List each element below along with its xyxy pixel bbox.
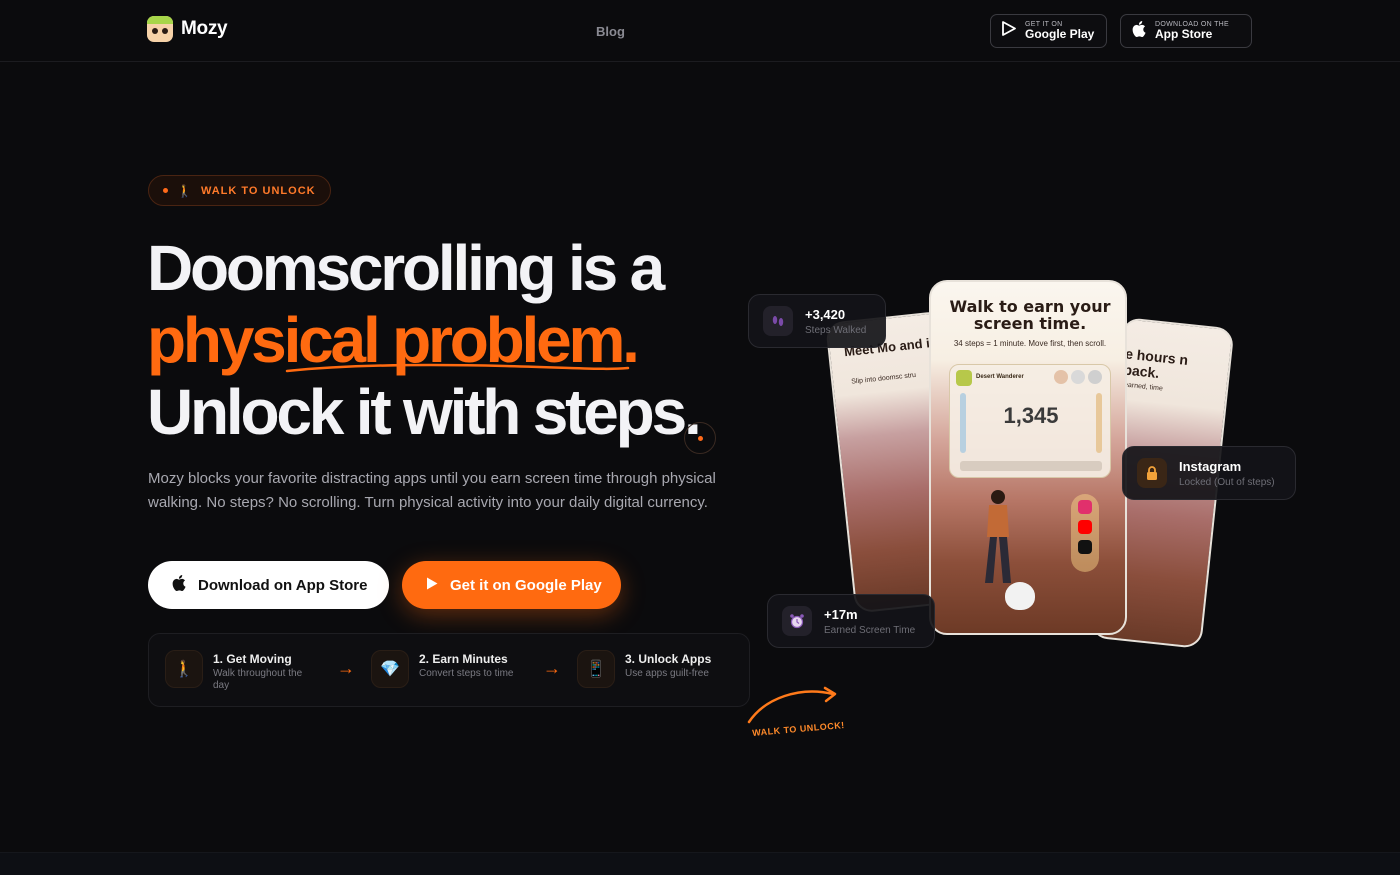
right-phone-title: e hours n back. <box>1122 345 1189 382</box>
get-google-play-button[interactable]: Get it on Google Play <box>402 561 621 609</box>
app-store-cta-label: Download on App Store <box>198 576 368 594</box>
footprints-icon <box>763 306 793 336</box>
step-title: 1. Get Moving <box>213 652 292 666</box>
arrow-right-icon: → <box>543 658 561 678</box>
phone-headline: Walk to earn your screen time. <box>949 297 1111 333</box>
instagram-status: Locked (Out of steps) <box>1179 476 1275 488</box>
steps-walked-card: +3,420 Steps Walked <box>748 294 886 348</box>
lock-icon <box>1137 458 1167 488</box>
left-phone-sub: Slip into doomsc stru <box>851 371 917 386</box>
badge-dot <box>163 188 168 193</box>
brand-name: Mozy <box>181 18 228 39</box>
instagram-label: Instagram <box>1179 458 1242 474</box>
walking-icon: 🚶 <box>165 650 203 688</box>
walking-character-illustration <box>985 490 1011 583</box>
step-get-moving: 🚶 1. Get Moving Walk throughout the day <box>165 650 321 692</box>
mozy-logo-icon <box>147 16 173 42</box>
brand-logo[interactable]: Mozy <box>147 16 228 42</box>
phone-mockup-main: Walk to earn your screen time. 34 steps … <box>929 280 1127 635</box>
instagram-app-icon <box>1078 500 1092 514</box>
locked-apps-column <box>1071 494 1099 572</box>
top-nav: Mozy Blog GET IT ON Google Play DOWNLOAD… <box>0 0 1400 62</box>
step-subtitle: Use apps guilt-free <box>625 668 709 679</box>
step-title: 2. Earn Minutes <box>419 652 508 666</box>
google-play-cta-label: Get it on Google Play <box>450 576 602 594</box>
apple-icon <box>172 574 186 596</box>
walk-to-unlock-badge: 🚶 WALK TO UNLOCK <box>148 175 331 206</box>
instagram-locked-card: Instagram Locked (Out of steps) <box>1122 446 1296 500</box>
download-app-store-button[interactable]: Download on App Store <box>148 561 389 609</box>
phone-icon: 📱 <box>577 650 615 688</box>
steps-walked-label: Steps Walked <box>805 324 867 336</box>
play-store-icon <box>1001 21 1017 41</box>
hero-title-line-1: Doomscrolling is a <box>147 232 665 304</box>
hero-description: Mozy blocks your favorite distracting ap… <box>148 470 716 511</box>
step-earn-minutes: 💎 2. Earn Minutes Convert steps to time <box>371 650 527 688</box>
companion-name: Desert Wanderer <box>976 374 1024 380</box>
phone-subheadline: 34 steps = 1 minute. Move first, then sc… <box>953 339 1107 348</box>
google-play-large-text: Google Play <box>1025 26 1095 41</box>
walking-person-icon: 🚶 <box>177 183 192 198</box>
arrow-right-icon: → <box>337 658 355 678</box>
step-title: 3. Unlock Apps <box>625 652 712 666</box>
badge-label: WALK TO UNLOCK <box>200 184 316 197</box>
step-subtitle: Convert steps to time <box>419 668 514 679</box>
step-subtitle: Walk throughout the day <box>213 668 303 691</box>
youtube-app-icon <box>1078 520 1092 534</box>
earned-time-label: Earned Screen Time <box>824 624 916 636</box>
step-counter-card: Desert Wanderer 1,345 <box>949 364 1111 478</box>
step-unlock-apps: 📱 3. Unlock Apps Use apps guilt-free <box>577 650 733 688</box>
cursor-indicator <box>684 422 716 454</box>
steps-walked-value: +3,420 <box>805 306 846 322</box>
nav-google-play-button[interactable]: GET IT ON Google Play <box>990 14 1107 48</box>
step-count-value: 1,345 <box>1003 403 1059 428</box>
title-underline-squiggle <box>285 363 630 373</box>
companion-avatar <box>956 370 972 386</box>
earned-time-value: +17m <box>824 606 858 622</box>
tiktok-app-icon <box>1078 540 1092 554</box>
next-section-edge <box>0 852 1400 875</box>
hero-title-line-3: Unlock it with steps. <box>147 376 702 448</box>
how-it-works-steps: 🚶 1. Get Moving Walk throughout the day … <box>148 633 750 707</box>
mascot-illustration <box>1005 582 1035 610</box>
earned-time-card: +17m Earned Screen Time <box>767 594 935 648</box>
nav-app-store-button[interactable]: DOWNLOAD ON THE App Store <box>1120 14 1252 48</box>
alarm-clock-icon <box>782 606 812 636</box>
diamond-icon: 💎 <box>371 650 409 688</box>
app-store-large-text: App Store <box>1155 26 1213 41</box>
play-icon <box>426 577 438 594</box>
apple-icon <box>1131 20 1147 42</box>
nav-blog-link[interactable]: Blog <box>596 24 625 39</box>
